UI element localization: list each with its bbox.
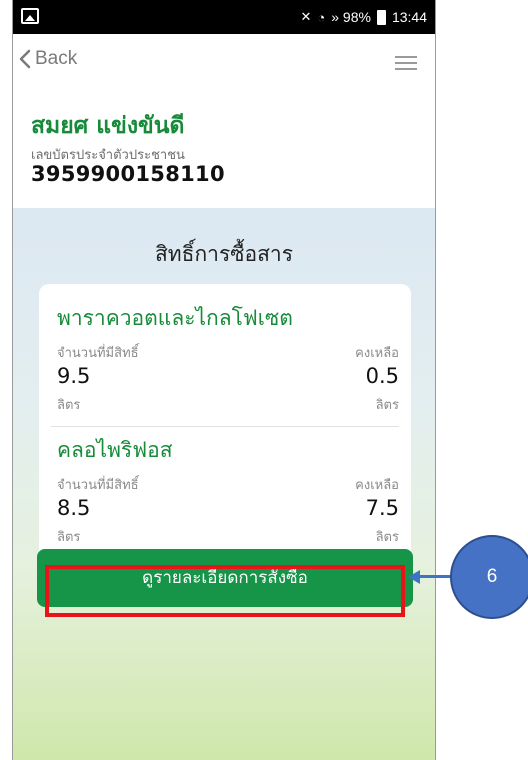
entitled-label: จำนวนที่มีสิทธิ์ [57,478,139,493]
phone-screen: ✕ ◔ » 98% 13:44 Back สมยศ แข่งขันดี เลขบ… [12,0,436,760]
rights-card: พาราควอตและไกลโฟเซต จำนวนที่มีสิทธิ์ คงเ… [39,284,411,562]
remaining-unit: ลิตร [375,398,399,413]
entitled-value: 9.5 [57,364,91,388]
remaining-label: คงเหลือ [355,478,399,493]
wifi-icon: ◔ [317,9,326,25]
section-title: สิทธิ์การซื้อสาร [154,242,294,266]
image-icon [21,8,39,24]
chemical-name: คลอไพริฟอส [57,438,173,462]
remaining-value: 0.5 [365,364,399,388]
entitled-label: จำนวนที่มีสิทธิ์ [57,346,139,361]
status-right: ✕ ◔ » 98% 13:44 [300,7,427,27]
arrow-left-icon [408,570,420,584]
step-callout: 6 [450,535,528,619]
chemical-name: พาราควอตและไกลโฟเซต [57,306,293,330]
signal-text: » 98% [331,9,371,25]
hamburger-menu-icon[interactable] [395,56,417,70]
remaining-value: 7.5 [365,496,399,520]
person-header: สมยศ แข่งขันดี เลขบัตรประจำตัวประชาชน 39… [13,88,435,208]
battery-icon [376,9,386,25]
back-label: Back [35,48,78,69]
divider [51,426,399,427]
remaining-unit: ลิตร [375,530,399,545]
clock: 13:44 [391,9,427,25]
mute-icon: ✕ [300,9,312,24]
entitled-unit: ลิตร [57,530,81,545]
id-card-number: 3959900158110 [31,162,225,186]
annotation-highlight-box [45,565,405,617]
remaining-label: คงเหลือ [355,346,399,361]
entitled-unit: ลิตร [57,398,81,413]
chevron-left-icon [19,49,31,69]
entitled-value: 8.5 [57,496,91,520]
back-button[interactable]: Back [19,48,77,70]
nav-bar: Back [13,34,435,88]
person-name: สมยศ แข่งขันดี [31,113,185,139]
status-bar: ✕ ◔ » 98% 13:44 [13,0,435,34]
